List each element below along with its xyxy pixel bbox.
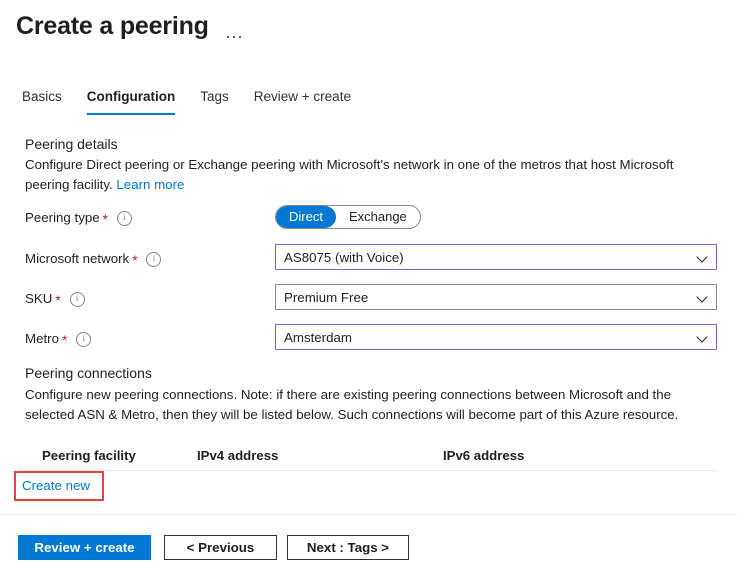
microsoft-network-value: AS8075 (with Voice) bbox=[284, 249, 404, 265]
dot bbox=[226, 36, 229, 38]
column-header-peering-facility: Peering facility bbox=[42, 448, 136, 463]
peering-type-label: Peering type * bbox=[25, 209, 132, 227]
dot bbox=[232, 36, 235, 38]
metro-label: Metro * bbox=[25, 330, 92, 348]
more-options-icon[interactable] bbox=[226, 8, 241, 44]
peering-details-description: Configure Direct peering or Exchange pee… bbox=[25, 155, 719, 195]
peering-type-label-text: Peering type bbox=[25, 210, 100, 225]
column-header-ipv6-address: IPv6 address bbox=[443, 448, 525, 463]
info-icon[interactable] bbox=[116, 210, 132, 226]
chevron-down-icon bbox=[690, 285, 716, 309]
peering-type-toggle[interactable]: Direct Exchange bbox=[275, 205, 421, 229]
previous-button[interactable]: < Previous bbox=[164, 535, 277, 560]
metro-value: Amsterdam bbox=[284, 329, 352, 345]
required-asterisk: * bbox=[55, 293, 61, 308]
next-tags-button[interactable]: Next : Tags > bbox=[287, 535, 409, 560]
tab-basics[interactable]: Basics bbox=[22, 88, 62, 115]
dot bbox=[238, 36, 241, 38]
peering-details-heading: Peering details bbox=[25, 136, 118, 152]
sku-dropdown[interactable]: Premium Free bbox=[275, 284, 717, 310]
microsoft-network-label: Microsoft network * bbox=[25, 250, 162, 268]
metro-label-text: Metro bbox=[25, 331, 59, 346]
table-divider bbox=[18, 470, 718, 471]
microsoft-network-dropdown[interactable]: AS8075 (with Voice) bbox=[275, 244, 717, 270]
required-asterisk: * bbox=[102, 212, 108, 227]
tab-bar: Basics Configuration Tags Review + creat… bbox=[22, 88, 376, 115]
info-icon[interactable] bbox=[76, 331, 92, 347]
peering-connections-description: Configure new peering connections. Note:… bbox=[25, 387, 679, 422]
peering-type-option-direct[interactable]: Direct bbox=[276, 206, 336, 228]
column-header-ipv4-address: IPv4 address bbox=[197, 448, 279, 463]
sku-label-text: SKU bbox=[25, 291, 53, 306]
footer-divider bbox=[0, 514, 737, 515]
chevron-down-icon bbox=[690, 325, 716, 349]
sku-value: Premium Free bbox=[284, 289, 369, 305]
peering-connections-table-header: Peering facility IPv4 address IPv6 addre… bbox=[0, 447, 737, 469]
learn-more-link[interactable]: Learn more bbox=[116, 177, 184, 192]
microsoft-network-label-text: Microsoft network bbox=[25, 251, 130, 266]
tab-tags[interactable]: Tags bbox=[200, 88, 229, 115]
required-asterisk: * bbox=[132, 253, 138, 268]
peering-connections-heading: Peering connections bbox=[25, 365, 152, 381]
info-icon[interactable] bbox=[69, 291, 85, 307]
info-icon[interactable] bbox=[146, 251, 162, 267]
review-create-button[interactable]: Review + create bbox=[18, 535, 151, 560]
page-title: Create a peering bbox=[16, 12, 209, 40]
metro-dropdown[interactable]: Amsterdam bbox=[275, 324, 717, 350]
tab-review-create[interactable]: Review + create bbox=[254, 88, 351, 115]
sku-label: SKU * bbox=[25, 290, 85, 308]
peering-type-option-exchange[interactable]: Exchange bbox=[336, 206, 420, 228]
tab-configuration[interactable]: Configuration bbox=[86, 88, 176, 115]
required-asterisk: * bbox=[62, 333, 68, 348]
chevron-down-icon bbox=[690, 245, 716, 269]
page-header: Create a peering bbox=[16, 8, 241, 44]
create-new-link[interactable]: Create new bbox=[22, 477, 90, 495]
